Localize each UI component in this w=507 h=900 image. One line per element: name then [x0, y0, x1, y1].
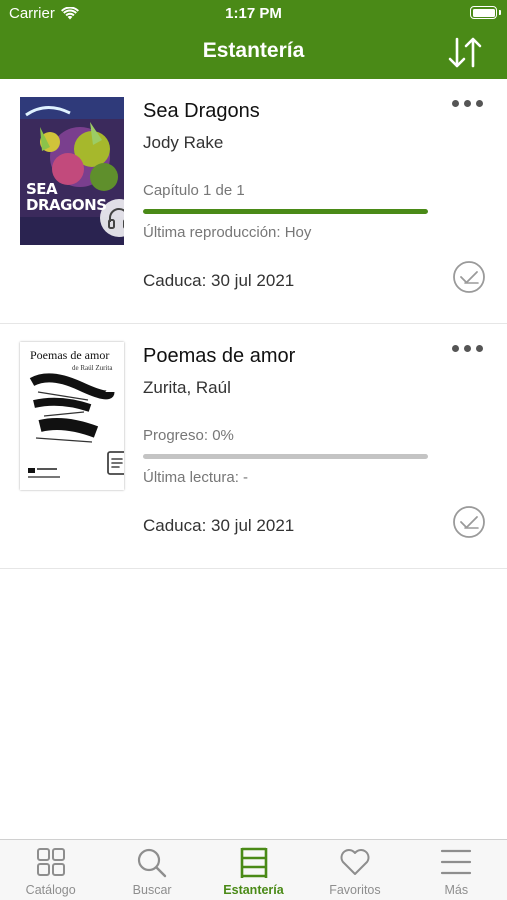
document-badge: [100, 446, 124, 480]
last-played-label: Última reproducción: Hoy: [143, 224, 312, 241]
tab-label: Más: [444, 883, 469, 897]
sort-arrows-icon[interactable]: [447, 33, 483, 71]
battery-icon: [470, 6, 501, 19]
tab-label: Buscar: [132, 883, 172, 897]
return-check-icon[interactable]: [452, 505, 486, 539]
book-author: Zurita, Raúl: [143, 378, 231, 397]
status-time: 1:17 PM: [225, 5, 282, 22]
status-bar: Carrier 1:17 PM: [0, 0, 507, 28]
book-title[interactable]: Poemas de amor: [143, 345, 295, 368]
book-item[interactable]: SEA DRAGONS Sea Dragons Jody Rake Capítu…: [0, 79, 507, 324]
tab-favoritos[interactable]: Favoritos: [304, 840, 405, 900]
progress-fill: [143, 209, 428, 214]
tab-catalogo[interactable]: Catálogo: [0, 840, 101, 900]
tab-label: Estantería: [223, 883, 284, 897]
heart-icon: [340, 849, 370, 875]
cover-title: SEA DRAGONS: [26, 180, 107, 214]
tab-buscar[interactable]: Buscar: [101, 840, 202, 900]
tab-label: Favoritos: [329, 883, 381, 897]
tab-estanteria[interactable]: Estantería: [203, 840, 304, 900]
progress-label: Capítulo 1 de 1: [143, 182, 245, 199]
book-item[interactable]: Poemas de amor de Raúl Zurita Poemas de …: [0, 324, 507, 569]
progress-label: Progreso: 0%: [143, 427, 234, 444]
return-check-icon[interactable]: [452, 260, 486, 294]
tab-label: Catálogo: [25, 883, 76, 897]
last-read-label: Última lectura: -: [143, 469, 249, 486]
tab-bar: Catálogo Buscar Estantería Favoritos Más: [0, 839, 507, 900]
book-cover[interactable]: SEA DRAGONS: [20, 97, 124, 245]
more-options-button[interactable]: [450, 93, 484, 113]
book-author: Jody Rake: [143, 133, 224, 152]
book-cover[interactable]: Poemas de amor de Raúl Zurita: [20, 342, 124, 490]
search-icon: [138, 848, 167, 878]
shelf-icon: [240, 847, 267, 878]
headphones-icon: [108, 208, 124, 229]
tab-mas[interactable]: Más: [406, 840, 507, 900]
page-title: Estantería: [202, 39, 305, 62]
grid-icon: [36, 848, 65, 876]
book-title[interactable]: Sea Dragons: [143, 100, 260, 123]
navigation-bar: Carrier 1:17 PM Estantería: [0, 0, 507, 79]
more-options-button[interactable]: [450, 338, 484, 358]
document-icon: [107, 451, 124, 475]
expiry-label: Caduca: 30 jul 2021: [143, 516, 295, 535]
expiry-label: Caduca: 30 jul 2021: [143, 271, 295, 290]
progress-bar: [143, 209, 428, 214]
menu-icon: [441, 849, 472, 875]
progress-bar: [143, 454, 428, 459]
shelf-list: SEA DRAGONS Sea Dragons Jody Rake Capítu…: [0, 79, 507, 569]
